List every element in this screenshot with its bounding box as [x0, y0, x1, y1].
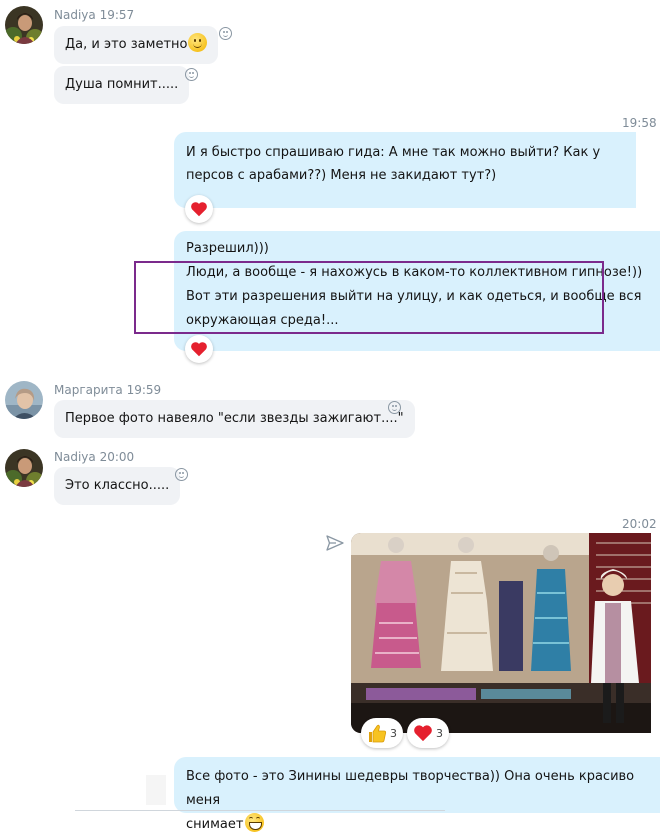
smile-emoji-icon	[188, 33, 208, 52]
message-time: 20:02	[622, 517, 657, 531]
shared-photo[interactable]	[351, 533, 651, 733]
message-line: Все фото - это Зинины шедевры творчества…	[186, 769, 635, 808]
avatar-margarita[interactable]	[5, 381, 43, 419]
incoming-message[interactable]: Да, и это заметно	[54, 26, 219, 64]
heart-reaction[interactable]	[185, 195, 213, 223]
message-text: Это классно.....	[65, 478, 170, 493]
message-line: снимает	[186, 813, 648, 837]
message-line: Разрешил)))	[186, 241, 269, 256]
reaction-count: 3	[436, 726, 443, 740]
outgoing-message[interactable]: И я быстро спрашиваю гида: А мне так мож…	[174, 132, 636, 208]
photo-image	[351, 533, 651, 733]
message-text: снимает	[186, 817, 244, 832]
sender-name: Nadiya	[54, 8, 96, 22]
incoming-message[interactable]: Это классно.....	[54, 467, 181, 505]
message-time: 19:57	[99, 8, 135, 22]
scroll-shadow	[146, 775, 166, 805]
incoming-message[interactable]: Первое фото навеяло "если звезды зажигаю…	[54, 400, 415, 438]
message-text: И я быстро спрашиваю гида: А мне так мож…	[186, 145, 601, 183]
avatar-nadiya[interactable]	[5, 6, 43, 44]
sender-name: Маргарита	[54, 383, 123, 397]
thumbs-up-reaction[interactable]: 3	[361, 718, 403, 748]
add-reaction-icon[interactable]	[388, 401, 401, 414]
highlight-box	[134, 261, 604, 334]
reaction-count: 3	[390, 726, 397, 740]
sender-meta: Маргарита 19:59	[54, 383, 161, 397]
grin-emoji-icon	[245, 813, 265, 832]
sender-meta: Nadiya 20:00	[54, 450, 134, 464]
heart-icon	[191, 342, 207, 357]
message-time: 19:58	[622, 116, 657, 130]
sender-name: Nadiya	[54, 450, 96, 464]
send-icon	[326, 535, 344, 551]
avatar-nadiya[interactable]	[5, 449, 43, 487]
heart-reaction[interactable]: 3	[407, 718, 449, 748]
message-text: Да, и это заметно	[65, 37, 188, 52]
outgoing-message[interactable]: Все фото - это Зинины шедевры творчества…	[174, 757, 660, 832]
message-time: 20:00	[99, 450, 135, 464]
heart-reaction[interactable]	[185, 335, 213, 363]
composer-divider	[75, 810, 445, 811]
heart-icon	[191, 202, 207, 217]
incoming-message[interactable]: Душа помнит.....	[54, 66, 190, 104]
sender-meta: Nadiya 19:57	[54, 8, 134, 22]
add-reaction-icon[interactable]	[175, 468, 188, 481]
add-reaction-icon[interactable]	[219, 27, 232, 40]
heart-icon	[414, 725, 432, 742]
message-text: Душа помнит.....	[65, 77, 179, 92]
thumbs-up-icon	[369, 724, 387, 742]
message-time: 19:59	[126, 383, 162, 397]
add-reaction-icon[interactable]	[185, 68, 198, 81]
message-text: Первое фото навеяло "если звезды зажигаю…	[65, 411, 404, 426]
